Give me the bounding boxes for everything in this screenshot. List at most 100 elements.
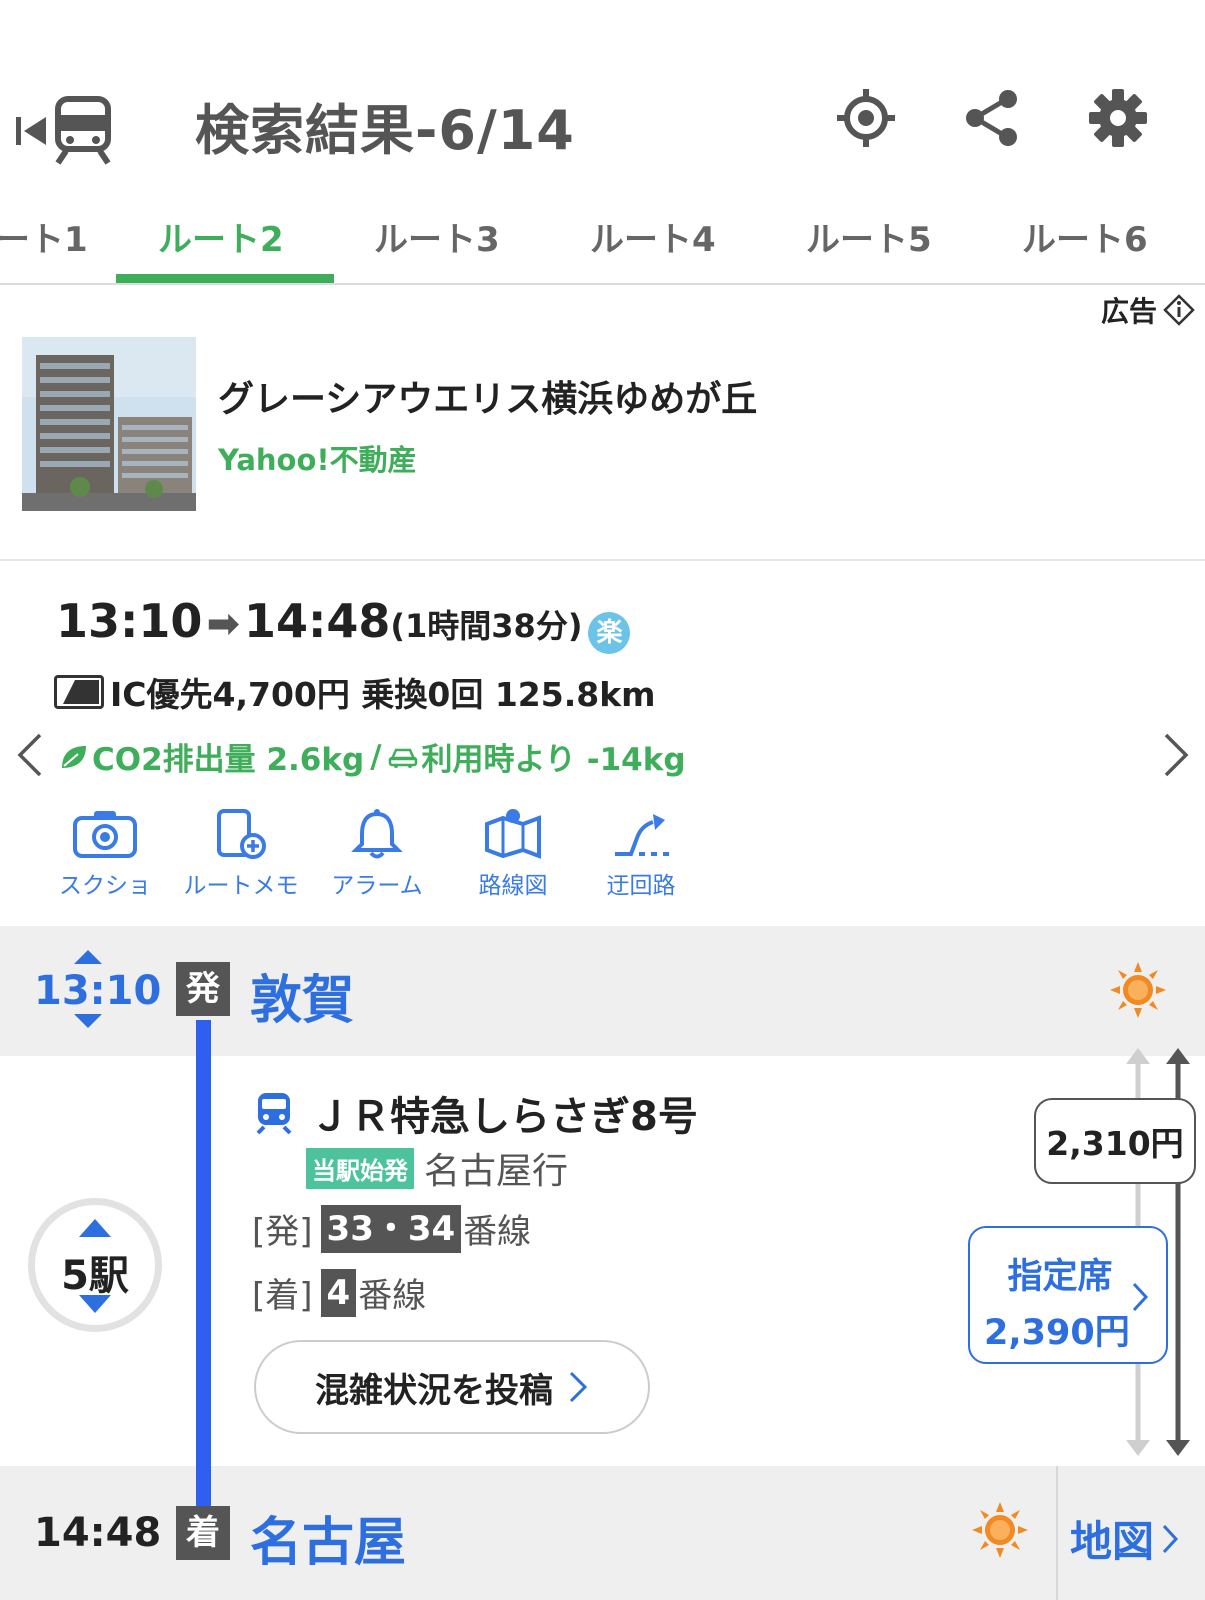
next-route-button[interactable] <box>1156 728 1196 782</box>
chevron-right-icon <box>1132 1282 1149 1312</box>
chevron-left-icon <box>17 733 42 777</box>
map-divider <box>1056 1466 1058 1600</box>
arrival-platform: [着] 4 番線 <box>252 1268 426 1317</box>
departure-station[interactable]: 敦賀 <box>250 958 354 1033</box>
car-compare-text: 利用時より -14kg <box>421 742 686 778</box>
settings-button[interactable] <box>1082 82 1154 154</box>
stops-count-button[interactable]: 5駅 <box>28 1198 162 1332</box>
ad-image[interactable] <box>22 337 196 511</box>
summary-dep-time: 13:10 <box>56 594 203 648</box>
summary-arr-time: 14:48 <box>243 594 391 648</box>
gear-icon <box>1089 89 1147 147</box>
screenshot-button[interactable]: スクショ <box>40 808 170 908</box>
arr-platform-label: [着] <box>252 1276 313 1316</box>
tab-route-2[interactable]: ルート2 <box>158 212 284 261</box>
sunny-weather-icon <box>1110 962 1166 1018</box>
car-icon <box>388 748 417 768</box>
camera-icon <box>73 811 137 858</box>
route-memo-label: ルートメモ <box>183 873 299 899</box>
train-destination-row: 当駅始発 名古屋行 <box>306 1142 568 1194</box>
summary-fare-text: IC優先4,700円 乗換0回 125.8km <box>110 675 656 714</box>
prev-route-button[interactable] <box>10 728 50 782</box>
route-tabs: ート1 ルート2 ルート3 ルート4 ルート5 ルート6 <box>0 200 1205 285</box>
arrival-time: 14:48 <box>34 1510 162 1556</box>
share-button[interactable] <box>956 82 1028 154</box>
stops-count: 5駅 <box>61 1253 129 1299</box>
reserved-seat-price: 2,390円 <box>984 1313 1130 1353</box>
time-adjust-up-icon[interactable] <box>74 950 102 964</box>
skip-back-icon <box>16 117 46 145</box>
summary-duration: (1時間38分) <box>390 607 583 645</box>
co2-text: CO2排出量 2.6kg <box>92 742 365 778</box>
divider <box>0 559 1205 561</box>
route-map-icon <box>485 809 541 859</box>
detour-button[interactable]: 迂回路 <box>576 808 706 908</box>
train-name: ＪＲ特急しらさぎ8号 <box>310 1094 698 1140</box>
departure-time[interactable]: 13:10 <box>34 968 161 1014</box>
reserved-seat-label: 指定席 <box>1007 1257 1113 1297</box>
ad-title[interactable]: グレーシアウエリス横浜ゆめが丘 <box>218 370 757 422</box>
route-memo-button[interactable]: ルートメモ <box>176 808 306 908</box>
arrival-badge: 着 <box>176 1506 230 1560</box>
map-button[interactable]: 地図 <box>1070 1508 1180 1569</box>
active-tab-indicator <box>116 274 334 283</box>
origin-station-tag: 当駅始発 <box>306 1147 414 1189</box>
dep-platform-number: 33・34 <box>320 1204 462 1253</box>
app-screen: 検索結果-6/14 ート1 ルート2 ルート3 ルート4 ルート5 ルート6 広… <box>0 0 1205 1600</box>
route-map-button[interactable]: 路線図 <box>448 808 578 908</box>
bell-icon <box>351 809 403 859</box>
post-congestion-button[interactable]: 混雑状況を投稿 <box>254 1340 650 1434</box>
departure-platform: [発] 33・34 番線 <box>252 1204 531 1253</box>
expand-up-icon <box>79 1219 111 1237</box>
route-summary-fare: IC優先4,700円 乗換0回 125.8km <box>54 668 656 716</box>
co2-slash: / <box>370 738 382 775</box>
detour-icon <box>615 814 669 856</box>
train-segment[interactable]: ＪＲ特急しらさぎ8号 <box>254 1084 698 1142</box>
reserved-seat-button[interactable]: 指定席 2,390円 <box>968 1226 1168 1364</box>
dep-platform-suffix: 番線 <box>463 1212 532 1252</box>
arr-platform-suffix: 番線 <box>358 1276 427 1316</box>
location-button[interactable] <box>830 82 902 154</box>
route-line-end <box>196 1466 211 1506</box>
departure-badge: 発 <box>176 962 230 1016</box>
page-title: 検索結果-6/14 <box>195 99 575 162</box>
co2-info: CO2排出量 2.6kg / 利用時より -14kg <box>58 734 686 779</box>
chevron-right-icon <box>569 1371 588 1403</box>
tab-route-1[interactable]: ート1 <box>0 212 88 261</box>
tab-route-4[interactable]: ルート4 <box>590 212 716 261</box>
train-icon <box>55 96 111 165</box>
alarm-label: アラーム <box>331 873 423 899</box>
route-line <box>196 1020 211 1512</box>
raku-badge: 楽 <box>588 612 631 654</box>
map-button-label: 地図 <box>1070 1517 1155 1566</box>
arrival-station[interactable]: 名古屋 <box>250 1500 406 1575</box>
ad-label-text: 広告 <box>1100 295 1157 328</box>
header-bar: 検索結果-6/14 <box>0 60 1205 180</box>
screenshot-label: スクショ <box>59 873 151 899</box>
summary-arrow: ➡ <box>206 601 240 647</box>
tab-route-3[interactable]: ルート3 <box>374 212 500 261</box>
info-icon <box>1163 294 1195 326</box>
ad-sponsor: Yahoo!不動産 <box>218 443 417 477</box>
time-adjust-down-icon[interactable] <box>74 1014 102 1028</box>
dep-platform-label: [発] <box>252 1212 313 1252</box>
ic-card-icon <box>54 675 104 709</box>
tab-route-6[interactable]: ルート6 <box>1022 212 1148 261</box>
route-summary-times: 13:10 ➡ 14:48 (1時間38分) 楽 <box>56 594 631 654</box>
train-destination: 名古屋行 <box>424 1151 569 1192</box>
route-map-label: 路線図 <box>478 873 548 899</box>
memo-add-icon <box>217 809 266 859</box>
sunny-weather-icon <box>972 1502 1028 1558</box>
chevron-right-icon <box>1164 733 1189 777</box>
alarm-button[interactable]: アラーム <box>312 808 442 908</box>
chevron-right-icon <box>1162 1524 1179 1553</box>
detour-label: 迂回路 <box>606 873 676 899</box>
ad-label[interactable]: 広告 <box>1101 290 1195 330</box>
expand-down-icon <box>79 1295 111 1313</box>
train-icon <box>256 1093 292 1135</box>
share-icon <box>966 90 1017 146</box>
tab-route-5[interactable]: ルート5 <box>806 212 932 261</box>
locate-icon <box>837 89 895 147</box>
back-button[interactable] <box>14 96 124 166</box>
building-image <box>22 337 196 511</box>
